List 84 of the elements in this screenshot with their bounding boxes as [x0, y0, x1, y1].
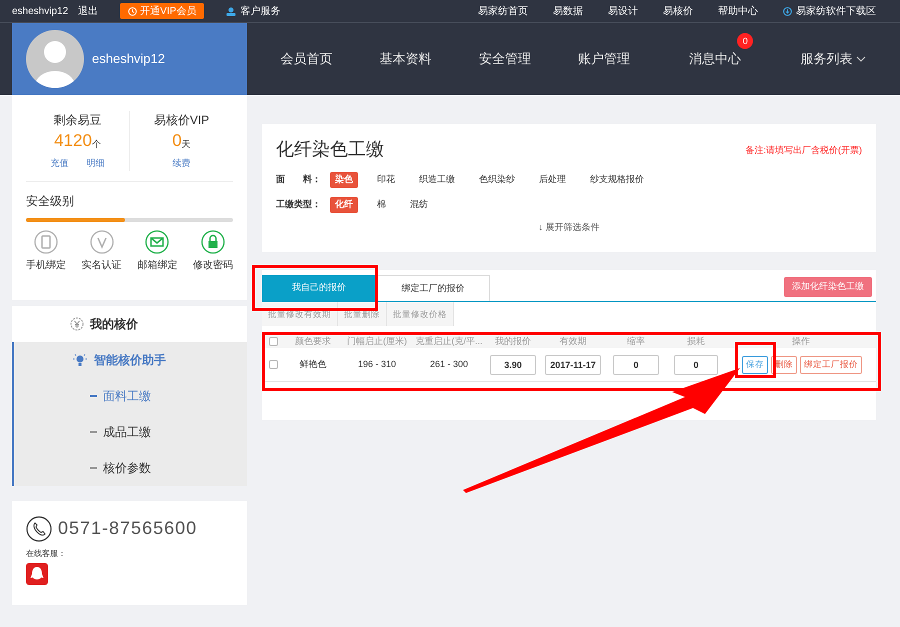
column-header: 克重启止(克/平... — [414, 334, 484, 348]
logout-link[interactable]: 退出 — [78, 4, 98, 18]
nav-item[interactable]: 消息中心 0 — [677, 33, 754, 85]
top-link[interactable]: 易家纺首页 — [478, 4, 528, 18]
filter-label: 面 料： — [276, 173, 322, 186]
nav-item[interactable]: 账户管理 — [578, 49, 630, 69]
stat-unit: 个 — [92, 138, 101, 150]
lock-icon — [200, 230, 225, 254]
action-button[interactable]: 绑定工厂报价 — [800, 356, 862, 374]
submenu-item[interactable]: 面料工缴 — [14, 378, 247, 414]
stat-unit: 天 — [182, 138, 191, 150]
stat-link[interactable]: 充值 — [50, 157, 68, 170]
filter-option[interactable]: 纱支规格报价 — [585, 172, 649, 188]
column-header: 颜色要求 — [294, 334, 332, 348]
notification-badge: 0 — [737, 33, 754, 50]
mail-icon — [145, 230, 170, 254]
action-button[interactable]: 删除 — [771, 356, 797, 374]
stat-title: 剩余易豆 — [54, 112, 102, 129]
online-service-label: 在线客服： — [26, 548, 67, 560]
person-icon — [226, 6, 236, 16]
checkbox[interactable] — [268, 360, 278, 369]
column-header: 损耗 — [686, 334, 706, 348]
menu-item[interactable]: 我的核价 — [12, 306, 247, 342]
clock-icon — [128, 6, 138, 16]
filter-option[interactable]: 化纤 — [330, 197, 358, 213]
stat-value: 4120 — [54, 131, 92, 151]
lightbulb-icon — [72, 353, 88, 367]
download-icon — [783, 6, 792, 16]
filter-option[interactable]: 混纺 — [405, 197, 433, 213]
table-cell-text: 鲜艳色 — [298, 358, 328, 371]
note-text: 备注:请填写出厂含税价(开票) — [746, 144, 862, 157]
stat-link[interactable]: 明细 — [86, 157, 104, 170]
phone-number: 0571-87565600 — [58, 517, 198, 540]
column-header: 我的报价 — [494, 334, 532, 348]
table-cell-text: 196 - 310 — [356, 358, 398, 371]
security-item[interactable]: 修改密码 — [192, 230, 233, 272]
submenu-item[interactable]: 成品工缴 — [14, 414, 247, 450]
top-link[interactable]: 易设计 — [608, 4, 638, 18]
yen-icon — [70, 317, 84, 331]
filter-option[interactable]: 棉 — [372, 197, 391, 213]
page-title: 化纤染色工缴 — [276, 138, 384, 161]
column-header: 门幅启止(厘米) — [346, 334, 408, 348]
top-link[interactable]: 易核价 — [663, 4, 693, 18]
filter-option[interactable]: 染色 — [330, 172, 358, 188]
top-link[interactable]: 帮助中心 — [718, 4, 758, 18]
filter-label: 工缴类型： — [276, 198, 322, 212]
checkbox[interactable] — [268, 337, 278, 346]
input-field[interactable]: 0 — [613, 354, 659, 374]
column-header: 操作 — [791, 334, 811, 348]
security-item[interactable]: 实名认证 — [82, 230, 122, 272]
stat-value: 0 — [172, 131, 182, 151]
input-field[interactable]: 2017-11-17 — [545, 354, 601, 374]
nav-item[interactable]: 安全管理 — [478, 49, 531, 69]
column-header: 有效期 — [558, 334, 588, 348]
username: esheshvip12 — [12, 4, 68, 18]
verify-icon — [90, 230, 114, 254]
tab[interactable]: 绑定工厂的报价 — [376, 275, 490, 301]
filter-option[interactable]: 后处理 — [534, 172, 571, 188]
top-link[interactable]: 易数据 — [553, 4, 583, 18]
profile-name: esheshvip12 — [92, 50, 165, 68]
customer-service-link[interactable]: 客户服务 — [226, 4, 280, 18]
chat-icon[interactable] — [26, 563, 48, 585]
chevron-down-icon — [856, 56, 866, 62]
input-field[interactable]: 0 — [674, 354, 718, 374]
top-link[interactable]: 易家纺软件下载区 — [783, 4, 876, 18]
filter-option[interactable]: 印花 — [372, 172, 400, 188]
nav-item[interactable]: 服务列表 — [800, 49, 866, 69]
filter-option[interactable]: 色织染纱 — [474, 172, 520, 188]
phone-icon — [34, 230, 58, 254]
table-cell-text: 261 - 300 — [428, 358, 470, 371]
nav-item[interactable]: 会员首页 — [280, 49, 333, 69]
security-item[interactable]: 邮箱绑定 — [137, 230, 178, 272]
security-title: 安全级别 — [26, 192, 75, 210]
security-item[interactable]: 手机绑定 — [26, 230, 66, 272]
stat-title: 易核价VIP — [154, 112, 210, 129]
expand-filters-link[interactable]: ↓ 展开筛选条件 — [538, 221, 600, 234]
phone-icon — [26, 516, 52, 542]
menu-item[interactable]: 智能核价助手 — [14, 342, 247, 378]
filter-option[interactable]: 织造工缴 — [414, 172, 460, 188]
column-header: 缩率 — [626, 334, 646, 348]
nav-item[interactable]: 基本资料 — [380, 49, 432, 69]
input-field[interactable]: 3.90 — [490, 354, 536, 374]
stat-link[interactable]: 续费 — [172, 157, 190, 170]
submenu-item[interactable]: 核价参数 — [14, 450, 247, 486]
